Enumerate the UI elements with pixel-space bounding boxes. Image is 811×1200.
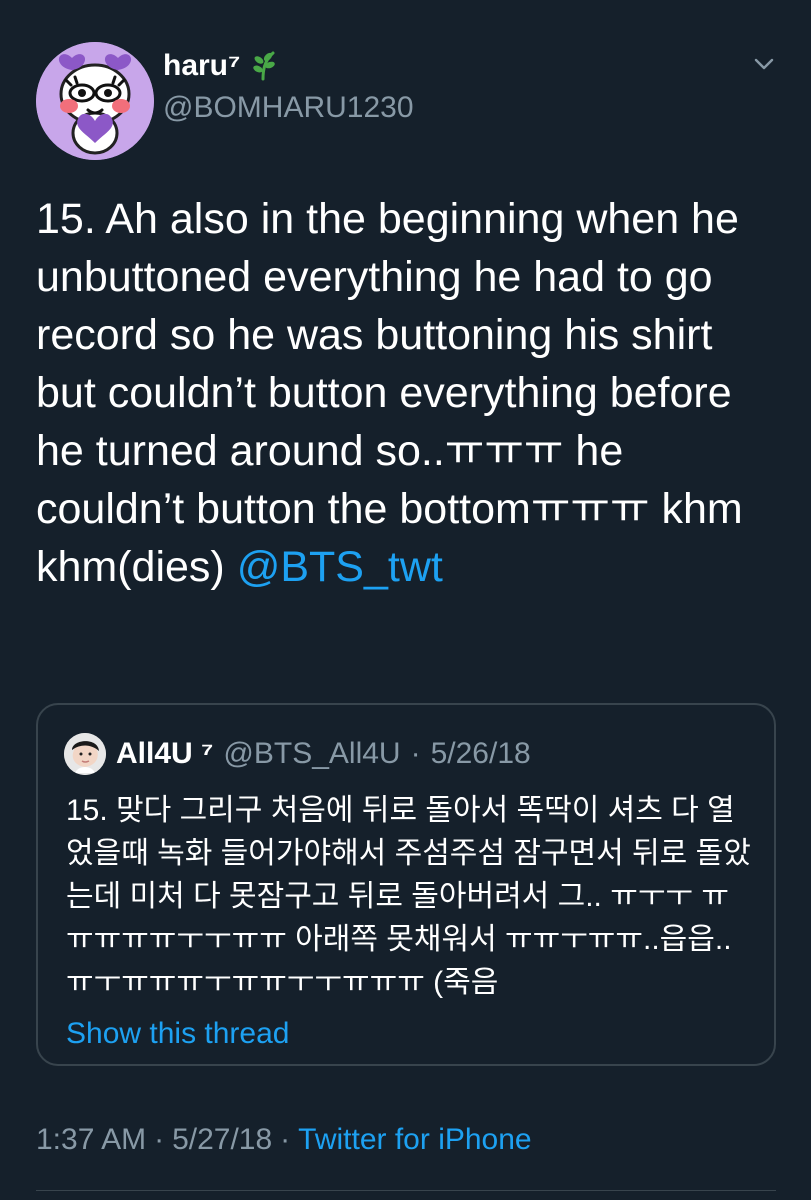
- quote-tweet-card[interactable]: All4U ⁷ @BTS_All4U · 5/26/18 15. 맞다 그리구 …: [36, 703, 776, 1066]
- quote-author-handle[interactable]: @BTS_All4U: [223, 734, 400, 774]
- cute-character-avatar-icon: [36, 42, 154, 160]
- tweet-main-text: 15. Ah also in the beginning when he unb…: [36, 195, 755, 591]
- quote-user-avatar-icon: [64, 733, 106, 775]
- metadata-separator-dot: ·: [280, 1123, 291, 1156]
- tweet-detail: haru⁷ @BOMHARU1230 15. Ah also in the be…: [0, 0, 811, 1200]
- quote-tweet-text: 15. 맞다 그리구 처음에 뒤로 돌아서 똑딱이 셔츠 다 열었을때 녹화 들…: [66, 794, 751, 999]
- tweet-metadata: 1:37 AM · 5/27/18 · Twitter for iPhone: [36, 1120, 532, 1160]
- mention-link[interactable]: @BTS_twt: [237, 543, 443, 591]
- tweet-header: haru⁷ @BOMHARU1230: [36, 30, 776, 170]
- show-thread-link[interactable]: Show this thread: [66, 1014, 289, 1054]
- author-display-name: haru⁷: [163, 49, 241, 82]
- profile-avatar[interactable]: [36, 42, 154, 160]
- tweet-text: 15. Ah also in the beginning when he unb…: [36, 190, 781, 596]
- author-handle[interactable]: @BOMHARU1230: [163, 88, 683, 128]
- quote-author-name[interactable]: All4U ⁷: [116, 734, 213, 774]
- author-name[interactable]: haru⁷: [163, 46, 683, 86]
- quote-author-avatar[interactable]: [64, 733, 106, 775]
- chevron-down-icon[interactable]: [752, 52, 776, 76]
- quote-separator-dot: ·: [410, 737, 421, 770]
- metadata-separator-dot: ·: [154, 1123, 165, 1156]
- bottom-divider: [36, 1190, 776, 1191]
- author-info: haru⁷ @BOMHARU1230: [163, 46, 683, 128]
- leaf-icon: [253, 51, 276, 81]
- quote-tweet-header: All4U ⁷ @BTS_All4U · 5/26/18: [64, 729, 754, 779]
- tweet-time[interactable]: 1:37 AM: [36, 1120, 146, 1160]
- quote-date[interactable]: 5/26/18: [431, 734, 531, 774]
- tweet-source-link[interactable]: Twitter for iPhone: [298, 1120, 531, 1160]
- tweet-date[interactable]: 5/27/18: [172, 1120, 272, 1160]
